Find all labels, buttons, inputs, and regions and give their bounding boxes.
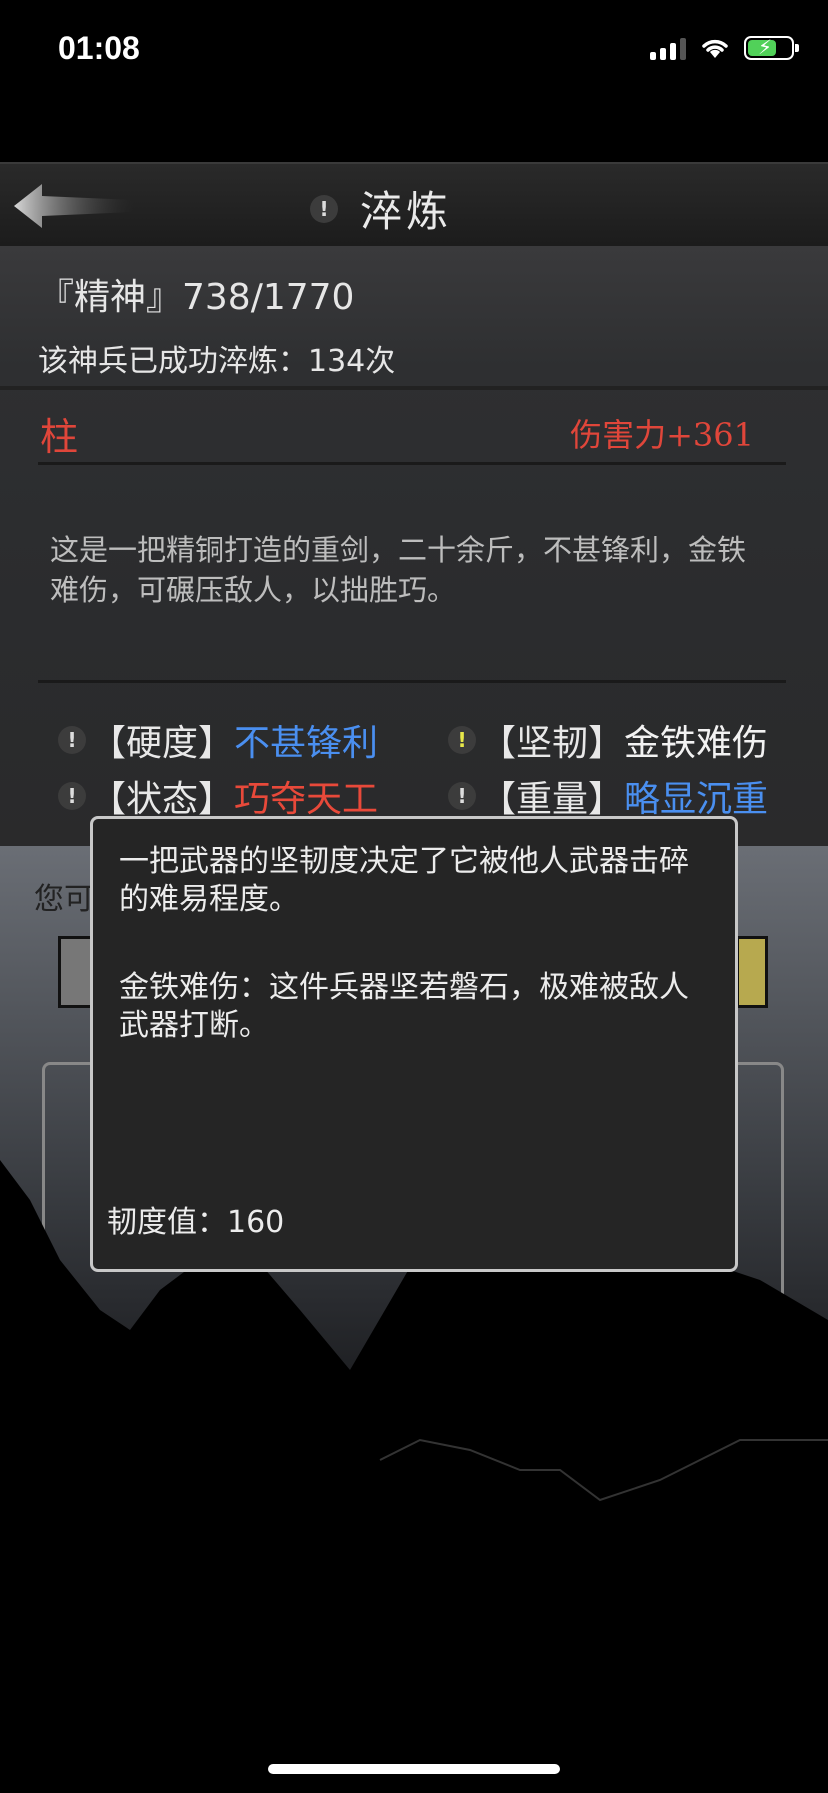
info-icon[interactable]: ! xyxy=(448,782,476,810)
info-icon[interactable]: ! xyxy=(448,726,476,754)
info-icon[interactable]: ! xyxy=(58,782,86,810)
attribute-label: 【重量】 xyxy=(480,779,625,820)
status-time: 01:08 xyxy=(58,30,140,66)
battery-icon: ⚡ xyxy=(744,35,799,60)
back-arrow-icon[interactable] xyxy=(14,182,134,230)
status-bar: 01:08 ⚡ xyxy=(0,0,828,100)
weapon-damage: 伤害力+361 xyxy=(570,416,754,454)
tooltip-popup[interactable]: 一把武器的坚韧度决定了它被他人武器击碎的难易程度。 金铁难伤：这件兵器坚若磐石，… xyxy=(90,816,738,1272)
tooltip-detail: 金铁难伤：这件兵器坚若磐石，极难被敌人武器打断。 xyxy=(119,970,689,1043)
weapon-description: 这是一把精铜打造的重剑，二十余斤，不甚锋利，金铁难伤，可碾压敌人，以拙胜巧。 xyxy=(50,533,747,607)
spirit-counter: 『精神』738/1770 xyxy=(38,277,355,318)
attribute-label: 【坚韧】 xyxy=(480,723,625,764)
attribute-hardness[interactable]: ! 【硬度】 不甚锋利 xyxy=(58,714,378,766)
attribute-value: 略显沉重 xyxy=(624,779,769,820)
attribute-weight[interactable]: ! 【重量】 略显沉重 xyxy=(448,770,768,822)
info-icon[interactable]: ! xyxy=(58,726,86,754)
cellular-signal-icon xyxy=(650,36,686,60)
attribute-value: 巧夺天工 xyxy=(234,779,379,820)
home-indicator[interactable] xyxy=(268,1764,560,1774)
attribute-value: 金铁难伤 xyxy=(624,723,769,764)
tooltip-description: 一把武器的坚韧度决定了它被他人武器击碎的难易程度。 xyxy=(119,844,689,917)
prompt-text: 您可 xyxy=(34,882,94,917)
attribute-state[interactable]: ! 【状态】 巧夺天工 xyxy=(58,770,378,822)
title-group: ! 淬炼 xyxy=(310,178,452,239)
info-icon[interactable]: ! xyxy=(310,194,338,223)
weapon-name: 柱 xyxy=(40,415,79,459)
option-button-right[interactable] xyxy=(736,936,768,1008)
attribute-value: 不甚锋利 xyxy=(234,723,379,764)
status-icons: ⚡ xyxy=(650,35,799,60)
wifi-icon xyxy=(702,39,728,58)
attribute-toughness[interactable]: ! 【坚韧】 金铁难伤 xyxy=(448,714,768,766)
divider-line xyxy=(38,680,786,683)
tooltip-value: 韧度值：160 xyxy=(107,1205,285,1240)
divider-line xyxy=(38,462,786,465)
attribute-label: 【硬度】 xyxy=(90,723,235,764)
page-title: 淬炼 xyxy=(360,187,453,236)
section-divider xyxy=(0,386,828,390)
attribute-label: 【状态】 xyxy=(90,779,235,820)
top-bar: ! 淬炼 xyxy=(0,162,828,248)
refine-count: 该神兵已成功淬炼：134次 xyxy=(38,344,396,379)
